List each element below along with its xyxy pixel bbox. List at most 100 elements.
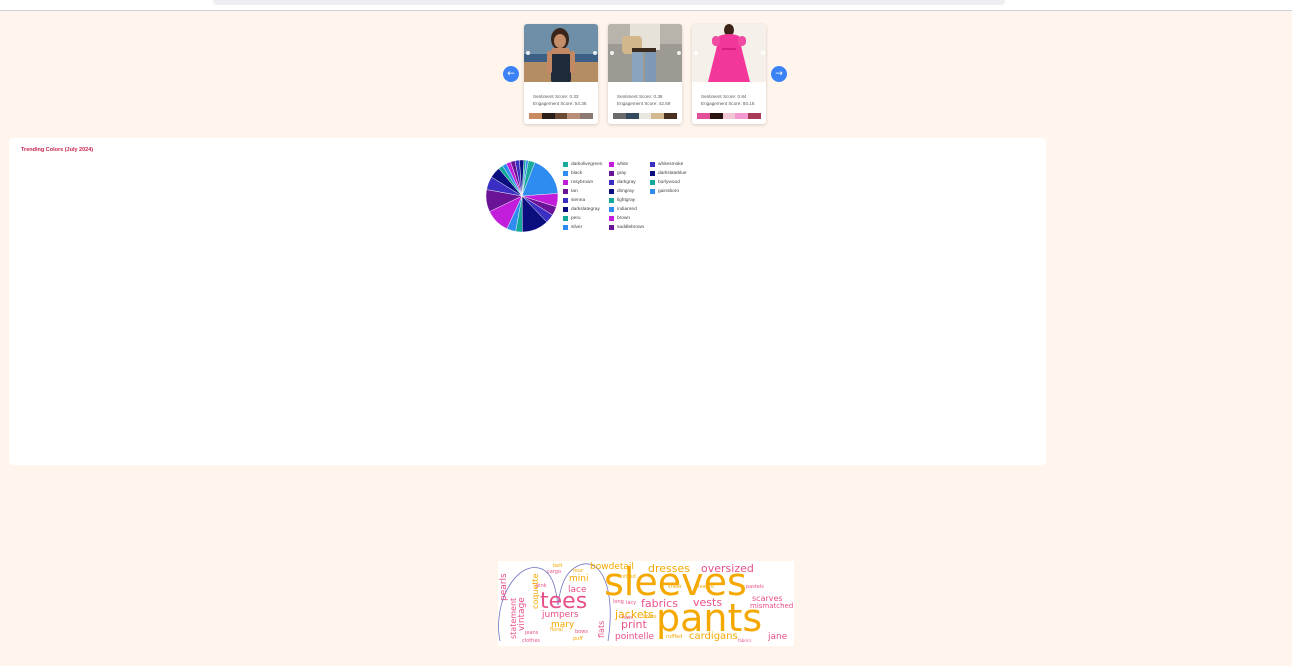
word-cloud-word: mismatched (750, 602, 794, 610)
legend-swatch (650, 171, 655, 176)
legend-item[interactable]: saddlebrown (609, 223, 659, 232)
word-cloud-word: cargo (547, 569, 562, 575)
legend-item[interactable]: black (563, 169, 613, 178)
word-cloud-word: pointelle (615, 632, 655, 642)
legend-item[interactable]: darkslateblue (650, 169, 700, 178)
color-palette (529, 113, 593, 119)
trending-colors-panel: Trending Colors (July 2024) darkolivegre… (9, 138, 1046, 465)
legend-label: rosybrown (571, 180, 594, 185)
trending-colors-pie-chart (485, 159, 559, 233)
legend-swatch (563, 189, 568, 194)
photo-prev-dot[interactable] (610, 51, 614, 55)
legend-item[interactable]: darkolivegreen (563, 160, 613, 169)
legend-swatch (650, 162, 655, 167)
legend-item[interactable]: tan (563, 187, 613, 196)
legend-label: brown (617, 216, 631, 221)
legend-label: black (571, 171, 583, 176)
word-cloud-word: lacy (626, 600, 637, 606)
word-cloud-word: jumpers (542, 610, 579, 620)
trend-card[interactable]: Sentiment Score: 0.36 Engagement Score: … (608, 24, 682, 124)
word-cloud-word: bows (575, 629, 588, 635)
sentiment-score: Sentiment Score: 0.33 (533, 94, 579, 99)
legend-label: darkslateblue (658, 171, 687, 176)
color-swatch (567, 113, 581, 119)
legend-item[interactable]: indianred (609, 205, 659, 214)
legend-label: gray (617, 171, 627, 176)
photo-next-dot[interactable] (593, 51, 597, 55)
legend-label: dimgray (617, 189, 635, 194)
word-cloud-word: pink (536, 583, 547, 589)
word-cloud-word: dresses (648, 562, 690, 575)
legend-item[interactable]: lightgray (609, 196, 659, 205)
color-swatch (722, 113, 736, 119)
legend-label: tan (571, 189, 578, 194)
legend-swatch (563, 162, 568, 167)
outfit-photo (692, 24, 766, 82)
panel-title: Trending Colors (July 2024) (21, 147, 94, 153)
word-cloud-word: statement (509, 597, 518, 639)
carousel-next-button[interactable]: → (771, 66, 787, 82)
sentiment-score: Sentiment Score: 0.36 (617, 94, 663, 99)
legend-item[interactable]: gainsboro (650, 187, 700, 196)
search-bar[interactable] (213, 0, 1005, 5)
photo-prev-dot[interactable] (694, 51, 698, 55)
legend-label: peru (571, 216, 581, 221)
outfit-photo (608, 24, 682, 82)
legend-item[interactable]: peru (563, 214, 613, 223)
word-cloud-word: sheer (668, 584, 682, 590)
legend-label: gainsboro (658, 189, 680, 194)
color-swatch (529, 113, 542, 119)
legend-item[interactable]: sienna (563, 196, 613, 205)
legend-label: white (617, 162, 629, 167)
word-cloud-word: pearls (499, 573, 509, 601)
color-swatch (580, 113, 593, 119)
legend-swatch (650, 180, 655, 185)
trend-card[interactable]: Sentiment Score: 0.84 Engagement Score: … (692, 24, 766, 124)
legend-label: darkgray (617, 180, 636, 185)
card-scores: Sentiment Score: 0.36 Engagement Score: … (617, 93, 670, 107)
word-cloud-word: mini (569, 574, 589, 584)
word-cloud-word: floral (550, 627, 563, 633)
legend-swatch (609, 189, 614, 194)
trend-word-cloud: sleeves pants tees dresses oversized bowdetai… (498, 561, 794, 646)
legend-item[interactable]: whitesmoke (650, 160, 700, 169)
word-cloud-word: fabrics (738, 638, 752, 643)
word-cloud-word: knitted (618, 574, 636, 580)
legend-swatch (609, 180, 614, 185)
legend-swatch (563, 216, 568, 221)
outfit-photo (524, 24, 598, 82)
legend-swatch (650, 189, 655, 194)
legend-label: saddlebrown (617, 225, 645, 230)
trend-card[interactable]: Sentiment Score: 0.33 Engagement Score: … (524, 24, 598, 124)
word-cloud-word: hats (622, 615, 633, 621)
engagement-score: Engagement Score: 93.16 (701, 101, 755, 106)
color-swatch (541, 113, 555, 119)
photo-next-dot[interactable] (761, 51, 765, 55)
legend-item[interactable]: brown (609, 214, 659, 223)
legend-item[interactable]: silver (563, 223, 613, 232)
legend-swatch (563, 198, 568, 203)
color-swatch (613, 113, 626, 119)
legend-item[interactable]: darkslategray (563, 205, 613, 214)
carousel-prev-button[interactable]: ← (503, 66, 519, 82)
word-cloud-word: coquette (531, 573, 540, 609)
word-cloud-word: jeans (525, 630, 539, 636)
word-cloud-word: puff (573, 636, 583, 642)
engagement-score: Engagement Score: 54.36 (533, 101, 587, 106)
legend-label: burlywood (658, 180, 680, 185)
legend-swatch (563, 225, 568, 230)
legend-swatch (609, 171, 614, 176)
legend-swatch (563, 180, 568, 185)
photo-next-dot[interactable] (677, 51, 681, 55)
legend-item[interactable]: burlywood (650, 178, 700, 187)
word-cloud-word: coats (643, 614, 657, 620)
word-cloud-word: ruffled (666, 634, 683, 640)
legend-item[interactable]: rosybrown (563, 178, 613, 187)
legend-label: darkolivegreen (571, 162, 603, 167)
engagement-score: Engagement Score: 42.59 (617, 101, 671, 106)
color-palette (613, 113, 677, 119)
legend-label: lightgray (617, 198, 636, 203)
word-cloud-word: four (573, 568, 584, 574)
photo-prev-dot[interactable] (526, 51, 530, 55)
word-cloud-word: clothes (522, 638, 541, 644)
